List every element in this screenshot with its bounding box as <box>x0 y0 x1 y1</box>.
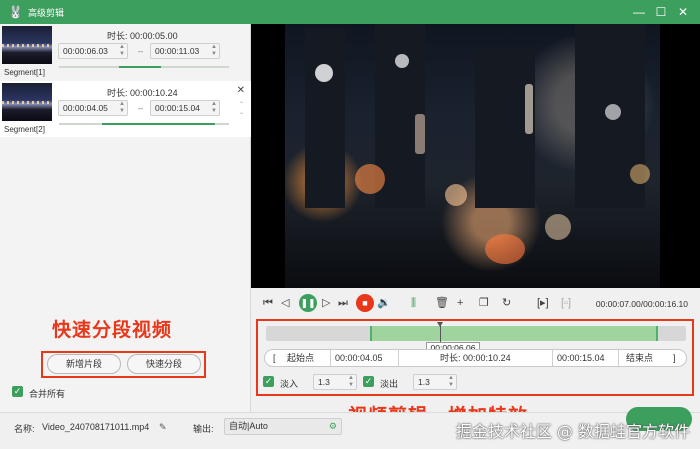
fade-in-input[interactable]: 1.3 ▲ ▼ <box>313 374 357 390</box>
mark-out-icon[interactable]: [▫] <box>561 296 571 310</box>
annotation-left: 快速分段视频 <box>52 319 173 341</box>
segment-item-1[interactable]: Segment[1] 时长: 00:00:05.00 00:00:06.03 ▲ ▼… <box>0 24 251 80</box>
edit-name-icon[interactable]: ✎ <box>159 422 167 433</box>
reorder-arrows-icon[interactable]: ⌃ ⌄ <box>239 101 244 117</box>
watermark: 掘金技术社区 @ 数据蛙官方软件 <box>455 422 690 441</box>
split-icon[interactable]: ⫼ <box>411 296 416 310</box>
time-readout: 00:00:07.00/00:00:16.10 <box>595 299 688 309</box>
merge-all-label: 合并所有 <box>29 389 66 399</box>
segment-end-input[interactable]: 00:00:11.03 ▲ ▼ <box>150 43 220 59</box>
minimize-icon[interactable]: — <box>628 0 650 24</box>
maximize-icon[interactable]: ☐ <box>650 0 672 24</box>
step-back-icon[interactable]: ◁ <box>281 296 289 310</box>
app-logo-icon: 🐰 <box>8 5 23 19</box>
skip-to-end-icon[interactable]: ⏭ <box>338 296 348 310</box>
segment-start-input[interactable]: 00:00:06.03 ▲ ▼ <box>58 43 128 59</box>
reset-icon[interactable]: ↻ <box>502 296 511 310</box>
volume-icon[interactable]: 🔉 <box>377 296 391 310</box>
fade-out-input[interactable]: 1.3 ▲ ▼ <box>413 374 457 390</box>
bracket-close-icon: ] <box>673 353 676 363</box>
close-icon[interactable]: ✕ <box>672 0 694 24</box>
segment-label: Segment[1] <box>4 68 45 77</box>
segment-thumbnail <box>2 83 52 121</box>
segment-label: Segment[2] <box>4 125 45 134</box>
segment-duration: 时长: 00:00:05.00 <box>107 31 178 41</box>
segment-progress-fill <box>118 66 161 68</box>
range-separator: – <box>138 103 144 113</box>
fade-out-label: 淡出 <box>380 379 399 389</box>
name-label: 名称: <box>14 424 35 434</box>
file-name: Video_240708171011.mp4 <box>42 422 150 432</box>
segment-progress <box>59 123 229 125</box>
segment-progress-fill <box>101 123 216 125</box>
segment-item-2[interactable]: Segment[2] 时长: 00:00:10.24 00:00:04.05 ▲ ▼… <box>0 81 251 137</box>
segment-panel: Segment[1] 时长: 00:00:05.00 00:00:06.03 ▲ ▼… <box>0 24 251 412</box>
video-frame <box>285 24 660 288</box>
skip-to-start-icon[interactable]: ⏮ <box>263 296 273 310</box>
trim-duration: 时长: 00:00:10.24 <box>440 353 511 363</box>
new-clip-button[interactable]: 新增片段 <box>47 354 121 374</box>
segment-start-input[interactable]: 00:00:04.05 ▲ ▼ <box>58 100 128 116</box>
output-select[interactable]: 自动|Auto ⚙ <box>224 418 342 435</box>
video-preview[interactable] <box>251 24 700 288</box>
output-label: 输出: <box>193 424 214 434</box>
quick-split-button[interactable]: 快速分段 <box>127 354 201 374</box>
set-end-button[interactable]: 结束点 <box>626 350 653 366</box>
segment-progress <box>59 66 229 68</box>
trim-start-input[interactable]: 00:00:04.05 <box>335 350 383 366</box>
range-separator: – <box>138 46 144 56</box>
playback-controls: ⏮ ◁ ❚❚ ▷ ⏭ ■ 🔉 ⫼ 🗑 + ❐ ↻ [▸] [▫] 00:00:0… <box>251 288 700 318</box>
gear-icon[interactable]: ⚙ <box>329 419 337 434</box>
delete-segment-icon[interactable]: ✕ <box>237 85 245 96</box>
copy-icon[interactable]: ❐ <box>479 296 489 310</box>
stepper-icon[interactable]: ▲ ▼ <box>119 101 125 115</box>
trim-end-input[interactable]: 00:00:15.04 <box>557 350 605 366</box>
step-forward-icon[interactable]: ▷ <box>322 296 330 310</box>
segment-duration: 时长: 00:00:10.24 <box>107 88 178 98</box>
stepper-icon[interactable]: ▲ ▼ <box>348 375 354 389</box>
window-title: 高级剪辑 <box>28 7 65 18</box>
segment-thumbnail <box>2 26 52 64</box>
mark-in-icon[interactable]: [▸] <box>537 296 549 310</box>
fade-out-checkbox[interactable]: ✓ <box>363 376 374 387</box>
fade-in-checkbox[interactable]: ✓ <box>263 376 274 387</box>
stepper-icon[interactable]: ▲ ▼ <box>211 101 217 115</box>
add-icon[interactable]: + <box>457 296 463 310</box>
trim-row: [ 起始点 00:00:04.05 时长: 00:00:10.24 00:00:… <box>264 349 687 367</box>
fade-in-label: 淡入 <box>280 379 299 389</box>
merge-all-checkbox[interactable]: ✓ <box>12 386 23 397</box>
stepper-icon[interactable]: ▲ ▼ <box>211 44 217 58</box>
stop-button[interactable]: ■ <box>356 294 374 312</box>
delete-icon[interactable]: 🗑 <box>435 296 449 310</box>
set-start-button[interactable]: 起始点 <box>287 350 314 366</box>
stepper-icon[interactable]: ▲ ▼ <box>448 375 454 389</box>
bracket-open-icon: [ <box>273 353 276 363</box>
pause-button[interactable]: ❚❚ <box>299 294 317 312</box>
stepper-icon[interactable]: ▲ ▼ <box>119 44 125 58</box>
segment-end-input[interactable]: 00:00:15.04 ▲ ▼ <box>150 100 220 116</box>
title-bar: 🐰 高级剪辑 — ☐ ✕ <box>0 0 700 24</box>
